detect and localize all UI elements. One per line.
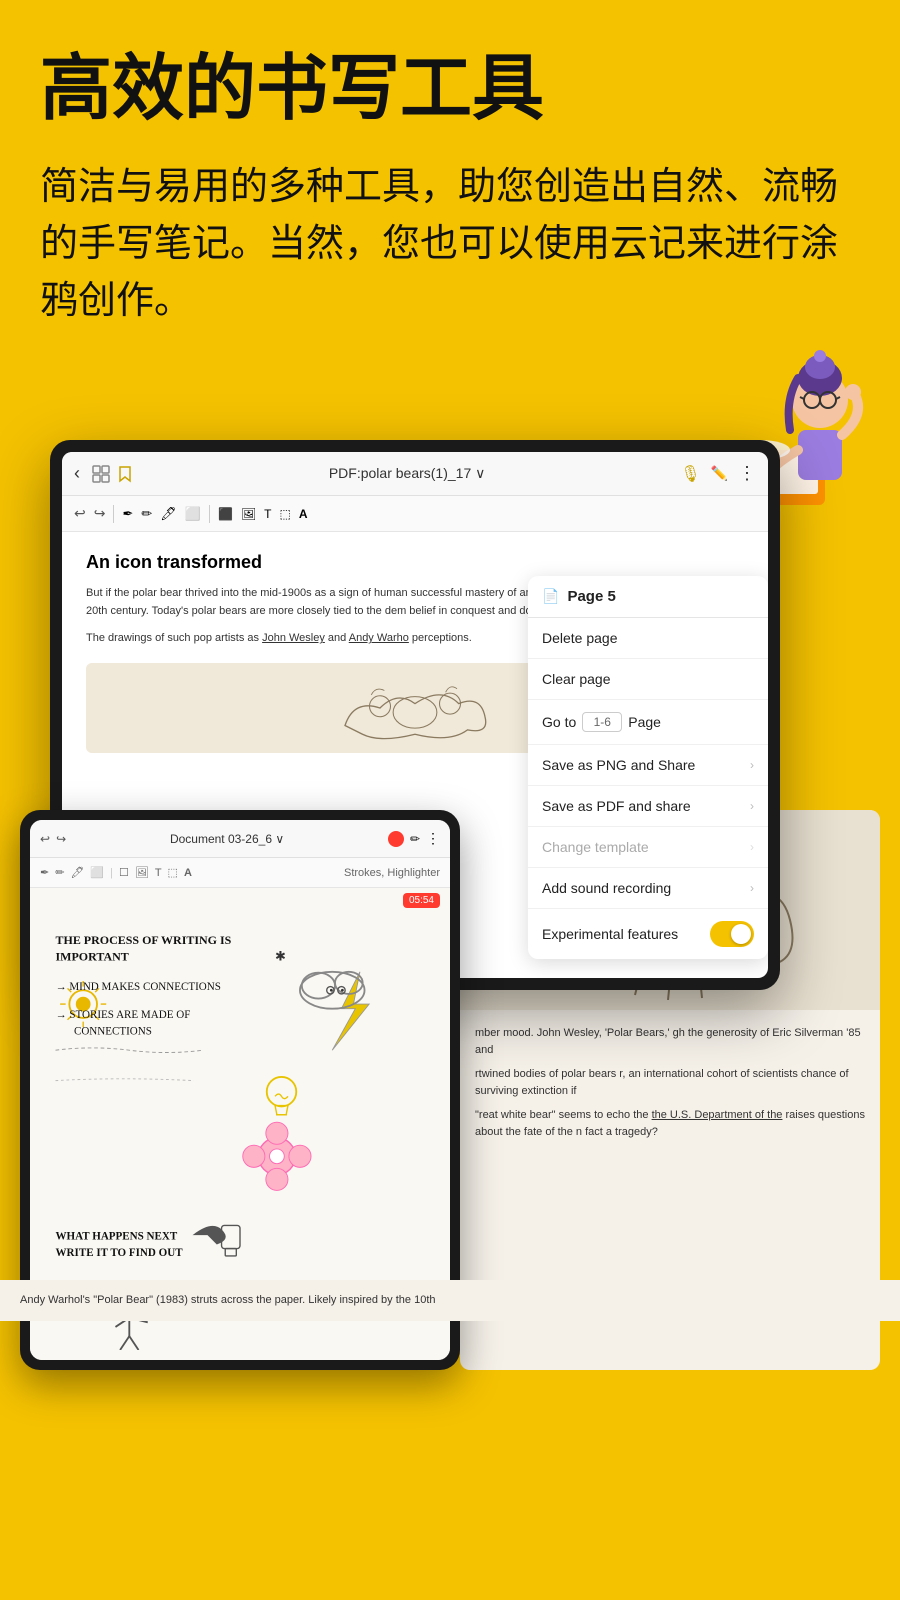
pen-tool[interactable]: ✒ (122, 506, 133, 522)
small-toolbar: ↩ ↪ Document 03-26_6 ∨ ✏ ⋮ (30, 820, 450, 858)
menu-item-save-png[interactable]: Save as PNG and Share › (528, 745, 768, 786)
footer-text: Andy Warhol's "Polar Bear" (1983) struts… (20, 1292, 880, 1309)
toolbar-grid-icons (92, 465, 134, 483)
page-label: Page (628, 714, 661, 730)
sm-image[interactable]: 🖼 (135, 866, 149, 879)
svg-text:WRITE IT TO FIND OUT: WRITE IT TO FIND OUT (56, 1247, 184, 1259)
text-tool[interactable]: T (264, 507, 271, 521)
pencil-tool[interactable]: ✏ (141, 506, 152, 522)
experimental-label: Experimental features (542, 926, 678, 942)
drawing-toolbar: ↩ ↪ ✒ ✏ 🖊 ⬜ ⬛ 🖼 T ⬚ A (62, 496, 768, 532)
more-menu-button[interactable]: ⋮ (738, 463, 756, 484)
app-toolbar: ‹ PDF:polar bears(1)_17 ∨ (62, 452, 768, 496)
timer-badge: 05:54 (403, 893, 440, 908)
sm-separator: | (110, 867, 113, 879)
small-undo[interactable]: ↩ (40, 832, 50, 846)
pdf-text-3: "reat white bear" seems to echo the the … (475, 1107, 865, 1140)
chevron-icon-pdf: › (750, 799, 754, 813)
hero-section: 高效的书写工具 简洁与易用的多种工具，助您创造出自然、流畅的手写笔记。当然，您也… (0, 0, 900, 370)
menu-page-title: Page 5 (567, 588, 615, 605)
sm-marker[interactable]: 🖊 (70, 866, 84, 879)
dept-link[interactable]: the U.S. Department of the (652, 1109, 783, 1121)
undo-button[interactable]: ↩ (74, 505, 86, 522)
small-edit-icon[interactable]: ✏ (410, 832, 420, 846)
mic-icon[interactable]: 🎙 (680, 464, 700, 484)
menu-item-goto[interactable]: Go to Page (528, 700, 768, 745)
eraser-tool[interactable]: ⬜ (185, 506, 201, 522)
svg-text:→ MIND MAKES CONNECTIONS: → MIND MAKES CONNECTIONS (56, 981, 221, 993)
goto-label: Go to (542, 714, 576, 730)
bookmark-icon[interactable] (116, 465, 134, 483)
small-drawing-toolbar: ✒ ✏ 🖊 ⬜ | ☐ 🖼 T ⬚ A Strokes, Highlighter (30, 858, 450, 888)
toolbar-title: PDF:polar bears(1)_17 ∨ (142, 465, 672, 482)
add-sound-label: Add sound recording (542, 880, 671, 896)
menu-item-add-sound[interactable]: Add sound recording › (528, 868, 768, 909)
chevron-icon-sound: › (750, 881, 754, 895)
goto-input[interactable] (582, 712, 622, 732)
back-button[interactable]: ‹ (74, 463, 80, 484)
redo-button[interactable]: ↪ (94, 505, 106, 522)
bear-sketch (325, 673, 505, 743)
svg-text:→ STORIES ARE MADE OF: → STORIES ARE MADE OF (56, 1009, 191, 1021)
pdf-text-1: mber mood. John Wesley, 'Polar Bears,' g… (475, 1025, 865, 1058)
experimental-toggle[interactable] (710, 921, 754, 947)
svg-text:THE PROCESS OF WRITING IS: THE PROCESS OF WRITING IS (56, 933, 232, 947)
small-doc-title: Document 03-26_6 ∨ (72, 832, 382, 846)
svg-text:CONNECTIONS: CONNECTIONS (74, 1026, 152, 1038)
devices-area: ‹ PDF:polar bears(1)_17 ∨ (0, 400, 900, 1300)
goto-row: Go to Page (542, 712, 661, 732)
hero-title: 高效的书写工具 (40, 50, 860, 129)
clear-page-label: Clear page (542, 671, 611, 687)
change-template-label: Change template (542, 839, 649, 855)
small-more-icon[interactable]: ⋮ (426, 830, 440, 847)
save-png-label: Save as PNG and Share (542, 757, 695, 773)
link-john-wesley[interactable]: John Wesley (262, 632, 325, 644)
pdf-text-2: rtwined bodies of polar bears r, an inte… (475, 1066, 865, 1099)
menu-item-experimental[interactable]: Experimental features (528, 909, 768, 959)
svg-text:WHAT HAPPENS NEXT: WHAT HAPPENS NEXT (56, 1230, 178, 1242)
shape-tool[interactable]: ⬚ (280, 507, 291, 521)
record-button[interactable] (388, 831, 404, 847)
menu-item-delete-page[interactable]: Delete page (528, 618, 768, 659)
menu-item-change-template[interactable]: Change template › (528, 827, 768, 868)
svg-text:IMPORTANT: IMPORTANT (56, 950, 129, 964)
context-menu: 📄 Page 5 Delete page Clear page Go (528, 576, 768, 959)
menu-item-save-pdf[interactable]: Save as PDF and share › (528, 786, 768, 827)
sm-select[interactable]: ☐ (119, 866, 129, 879)
sm-text[interactable]: T (155, 867, 162, 879)
menu-header: 📄 Page 5 (528, 576, 768, 618)
marker-tool[interactable]: 🖊 (160, 506, 177, 522)
sm-eraser[interactable]: ⬜ (90, 866, 104, 879)
svg-text:✱: ✱ (275, 949, 286, 964)
delete-page-label: Delete page (542, 630, 618, 646)
image-tool[interactable]: 🖼 (241, 507, 256, 521)
sm-shape[interactable]: ⬚ (168, 866, 178, 879)
chevron-icon-template: › (750, 840, 754, 854)
toolbar-right: 🎙 ✏️ ⋮ (680, 463, 756, 484)
menu-item-clear-page[interactable]: Clear page (528, 659, 768, 700)
doc-title: An icon transformed (86, 552, 744, 573)
chevron-icon-png: › (750, 758, 754, 772)
sm-pen[interactable]: ✒ (40, 866, 49, 879)
pdf-text-content: mber mood. John Wesley, 'Polar Bears,' g… (460, 1010, 880, 1163)
link-andy-warhol[interactable]: Andy Warho (349, 632, 409, 644)
page-icon: 📄 (542, 588, 559, 605)
sm-pencil[interactable]: ✏ (55, 866, 64, 879)
font-tool[interactable]: A (299, 507, 308, 521)
select-tool[interactable]: ⬛ (218, 507, 233, 521)
sm-font[interactable]: A (184, 867, 192, 879)
hero-subtitle: 简洁与易用的多种工具，助您创造出自然、流畅的手写笔记。当然，您也可以使用云记来进… (40, 159, 860, 330)
grid-icon[interactable] (92, 465, 110, 483)
ipad-small-screen: ↩ ↪ Document 03-26_6 ∨ ✏ ⋮ ✒ ✏ 🖊 ⬜ | ☐ 🖼… (30, 820, 450, 1360)
strokes-label: Strokes, Highlighter (198, 867, 440, 879)
pencil-icon[interactable]: ✏️ (711, 465, 728, 482)
save-pdf-label: Save as PDF and share (542, 798, 691, 814)
footer-section: Andy Warhol's "Polar Bear" (1983) struts… (0, 1280, 900, 1321)
small-redo[interactable]: ↪ (56, 832, 66, 846)
